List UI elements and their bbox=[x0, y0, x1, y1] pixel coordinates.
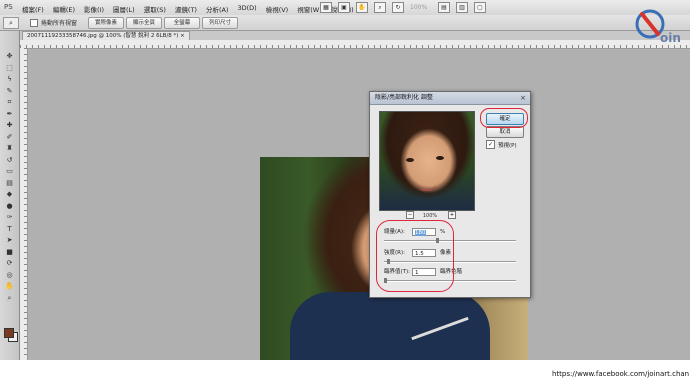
dodge-tool-icon[interactable]: ● bbox=[5, 202, 14, 210]
photoshop-window: PS 檔案(F) 編輯(E) 影像(I) 圖層(L) 選取(S) 濾鏡(T) 分析(A) 3D… bbox=[0, 0, 690, 360]
hand-tool-icon[interactable]: ✋ bbox=[5, 283, 14, 290]
menu-item[interactable]: 視窗(W) bbox=[297, 4, 322, 14]
gradient-tool-icon[interactable]: ▤ bbox=[5, 179, 14, 187]
preview-option[interactable]: ✓ 預視(P) bbox=[486, 140, 517, 149]
vertical-ruler bbox=[20, 48, 28, 360]
preview-eye bbox=[406, 158, 414, 162]
logo-slash bbox=[640, 12, 660, 36]
preview-mouth bbox=[418, 184, 436, 191]
app-bar-controls: ▦ ▣ ✋ ⌕ ↻ 100% ▤ ▥ ▢ bbox=[320, 2, 486, 13]
scroll-all-windows-checkbox[interactable] bbox=[30, 18, 38, 27]
close-icon[interactable]: × bbox=[519, 94, 527, 102]
logo-text: oin bbox=[660, 31, 681, 45]
preview-checkbox[interactable]: ✓ bbox=[486, 140, 495, 149]
app-logo: PS bbox=[4, 3, 13, 11]
3d-rotate-tool-icon[interactable]: ⟳ bbox=[5, 260, 14, 267]
tools-panel: ✥ ⬚ ϟ ✎ ⌗ ✒ ✚ ✐ ♜ ↺ ▭ ▤ ◆ ● ✑ T ➤ ■ ⟳ ◎ ✋ ⌕ bbox=[0, 31, 20, 360]
menu-item[interactable]: 編輯(E) bbox=[53, 4, 75, 14]
hand-tool-icon[interactable]: ✋ bbox=[356, 2, 368, 13]
extras-icon[interactable]: ▤ bbox=[438, 2, 450, 13]
crop-tool-icon[interactable]: ⌗ bbox=[5, 99, 14, 106]
history-brush-tool-icon[interactable]: ↺ bbox=[5, 156, 14, 164]
zoom-tool-icon[interactable]: ⌕ bbox=[5, 294, 14, 302]
zoom-tool-preset-icon[interactable]: ⌕ bbox=[3, 17, 19, 29]
bridge-icon[interactable]: ▦ bbox=[320, 2, 332, 13]
brush-tool-icon[interactable]: ✐ bbox=[5, 133, 14, 141]
settings-highlight bbox=[376, 220, 454, 292]
menu-item[interactable]: 分析(A) bbox=[206, 4, 229, 14]
actual-pixels-button[interactable]: 實際像素 bbox=[88, 17, 124, 29]
footer-url[interactable]: https://www.facebook.com/joinart.chan bbox=[552, 370, 689, 378]
fill-screen-button[interactable]: 全螢幕 bbox=[164, 17, 200, 29]
quick-select-tool-icon[interactable]: ✎ bbox=[5, 87, 14, 95]
menu-items: 檔案(F) 編輯(E) 影像(I) 圖層(L) 選取(S) 濾鏡(T) 分析(A) 3D(D)… bbox=[22, 4, 354, 14]
menu-bar: PS 檔案(F) 編輯(E) 影像(I) 圖層(L) 選取(S) 濾鏡(T) 分析(A) 3D… bbox=[0, 0, 690, 16]
shape-tool-icon[interactable]: ■ bbox=[5, 248, 14, 256]
minibridge-icon[interactable]: ▣ bbox=[338, 2, 350, 13]
foreground-color-swatch[interactable] bbox=[4, 328, 14, 338]
menu-item[interactable]: 影像(I) bbox=[84, 4, 104, 14]
arrange-documents-icon[interactable]: ▥ bbox=[456, 2, 468, 13]
eraser-tool-icon[interactable]: ▭ bbox=[5, 168, 14, 175]
scroll-all-windows-label: 捲動所有視窗 bbox=[41, 20, 78, 27]
menu-item[interactable]: 3D(D) bbox=[237, 4, 256, 14]
preview-label: 預視(P) bbox=[498, 142, 517, 149]
dialog-title-bar: 陰影/亮部銳利化 調整 × bbox=[370, 92, 530, 105]
path-select-tool-icon[interactable]: ➤ bbox=[5, 237, 14, 244]
scroll-all-windows-option[interactable]: 捲動所有視窗 bbox=[30, 18, 77, 27]
menu-item[interactable]: 檔案(F) bbox=[22, 4, 44, 14]
document-tab-bar: 20071119233358746.jpg @ 100% (智慧 銳利 2 6L… bbox=[20, 31, 690, 41]
ok-button-highlight bbox=[480, 108, 528, 128]
rotate-view-icon[interactable]: ↻ bbox=[392, 2, 404, 13]
joinart-logo: oin bbox=[635, 9, 681, 45]
menu-item[interactable]: 檢視(V) bbox=[266, 4, 289, 14]
marquee-tool-icon[interactable]: ⬚ bbox=[5, 64, 14, 72]
dialog-title: 陰影/亮部銳利化 調整 bbox=[375, 94, 433, 101]
type-tool-icon[interactable]: T bbox=[5, 225, 14, 233]
print-size-button[interactable]: 列印尺寸 bbox=[202, 17, 238, 29]
fit-screen-button[interactable]: 顯示全頁 bbox=[126, 17, 162, 29]
clone-stamp-tool-icon[interactable]: ♜ bbox=[5, 145, 14, 152]
move-tool-icon[interactable]: ✥ bbox=[5, 53, 14, 60]
photo-shirt bbox=[290, 292, 490, 360]
3d-orbit-tool-icon[interactable]: ◎ bbox=[5, 271, 14, 279]
preview-zoom-percent: 100% bbox=[422, 213, 438, 219]
options-bar: ⌕ 捲動所有視窗 實際像素 顯示全頁 全螢幕 列印尺寸 bbox=[0, 15, 690, 31]
horizontal-ruler bbox=[20, 40, 690, 49]
menu-item[interactable]: 濾鏡(T) bbox=[175, 4, 197, 14]
blur-tool-icon[interactable]: ◆ bbox=[5, 191, 14, 198]
screen-mode-icon[interactable]: ▢ bbox=[474, 2, 486, 13]
preview-eye bbox=[436, 156, 444, 160]
pen-tool-icon[interactable]: ✑ bbox=[5, 214, 14, 221]
eyedropper-tool-icon[interactable]: ✒ bbox=[5, 110, 14, 118]
menu-item[interactable]: 圖層(L) bbox=[113, 4, 135, 14]
dialog-preview-image[interactable] bbox=[379, 111, 475, 211]
menu-item[interactable]: 選取(S) bbox=[144, 4, 166, 14]
zoom-tool-icon[interactable]: ⌕ bbox=[374, 2, 386, 13]
lasso-tool-icon[interactable]: ϟ bbox=[5, 76, 14, 83]
healing-tool-icon[interactable]: ✚ bbox=[5, 122, 14, 129]
zoom-in-button[interactable]: + bbox=[448, 211, 456, 219]
zoom-level-display[interactable]: 100% bbox=[410, 4, 432, 11]
